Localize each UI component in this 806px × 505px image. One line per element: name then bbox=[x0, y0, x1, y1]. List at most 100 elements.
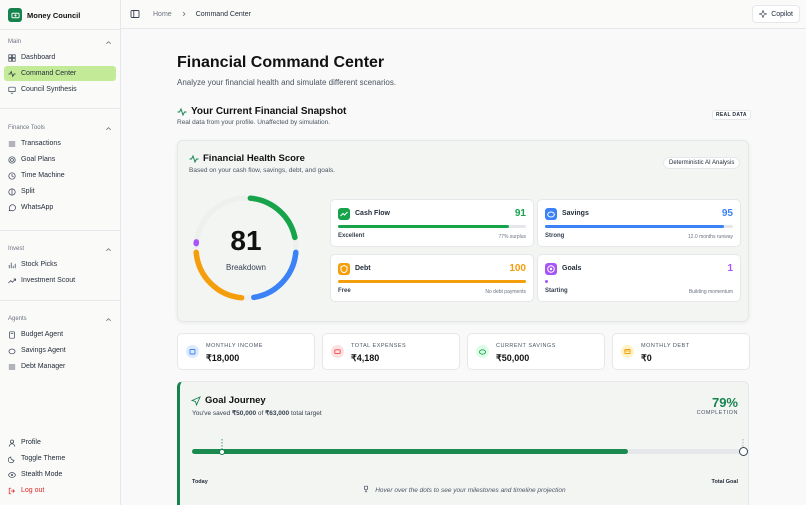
goal-journey-card: Goal Journey You've saved ₹50,000 of ₹63… bbox=[177, 381, 749, 505]
sidebar-item-label: Toggle Theme bbox=[21, 455, 66, 462]
stat-value: ₹4,180 bbox=[351, 353, 380, 363]
divider bbox=[0, 108, 120, 109]
health-score-value: 81 bbox=[230, 225, 262, 256]
sidebar-item-label: Command Center bbox=[21, 70, 77, 77]
sidebar-item-time-machine[interactable]: Time Machine bbox=[4, 168, 116, 183]
calendar-icon bbox=[186, 345, 199, 358]
health-score-heading: Financial Health Score bbox=[189, 153, 305, 164]
of-text: of bbox=[257, 410, 264, 417]
health-score-subtitle: Based on your cash flow, savings, debt, … bbox=[189, 167, 335, 174]
metric-track bbox=[338, 225, 526, 228]
shield-icon bbox=[338, 263, 350, 275]
activity-icon bbox=[8, 70, 16, 77]
sidebar-item-label: Budget Agent bbox=[21, 331, 64, 338]
section-header-invest[interactable]: Invest bbox=[0, 242, 120, 256]
section-title: Main bbox=[8, 39, 22, 45]
stealth-mode-button[interactable]: Stealth Mode bbox=[4, 467, 116, 482]
stat-label: TOTAL EXPENSES bbox=[351, 343, 407, 349]
metric-name: Cash Flow bbox=[355, 210, 391, 217]
divider bbox=[0, 29, 120, 30]
nav-section-main: Main Dashboard Command Center Council Sy… bbox=[0, 35, 120, 98]
chat-icon bbox=[8, 203, 16, 211]
sidebar-item-command-center[interactable]: Command Center bbox=[4, 66, 116, 81]
brand[interactable]: Money Council bbox=[0, 1, 120, 29]
sidebar-toggle-icon[interactable] bbox=[130, 9, 140, 19]
target-icon bbox=[545, 263, 557, 275]
copilot-button[interactable]: Copilot bbox=[752, 5, 800, 23]
metric-card-debt[interactable]: Debt 100 Free No debt payments bbox=[330, 254, 534, 302]
snapshot-subtitle: Real data from your profile. Unaffected … bbox=[177, 119, 331, 126]
sidebar-item-split[interactable]: Split bbox=[4, 184, 116, 199]
stat-card-monthly-income: MONTHLY INCOME ₹18,000 bbox=[177, 333, 315, 370]
metric-track bbox=[338, 280, 526, 283]
toggle-theme-button[interactable]: Toggle Theme bbox=[4, 451, 116, 466]
metric-card-goals[interactable]: Goals 1 Starting Building momentum bbox=[537, 254, 741, 302]
target-amount: ₹63,000 bbox=[265, 410, 290, 417]
sidebar-item-whatsapp[interactable]: WhatsApp bbox=[4, 200, 116, 215]
divider bbox=[0, 230, 120, 231]
clock-icon bbox=[8, 171, 16, 180]
health-score-card: Financial Health Score Based on your cas… bbox=[177, 140, 749, 322]
sidebar-item-label: Split bbox=[21, 188, 35, 195]
analysis-badge: Deterministic AI Analysis bbox=[663, 157, 741, 169]
piggy-icon bbox=[476, 345, 489, 358]
chevron-up-icon bbox=[106, 40, 111, 44]
sidebar-item-label: Council Synthesis bbox=[21, 86, 77, 93]
section-header-finance-tools[interactable]: Finance Tools bbox=[0, 121, 120, 135]
sidebar-item-profile[interactable]: Profile bbox=[4, 435, 116, 450]
target-icon bbox=[8, 155, 16, 164]
sidebar-item-transactions[interactable]: Transactions bbox=[4, 136, 116, 151]
metric-fill bbox=[338, 225, 510, 228]
page-title: Financial Command Center bbox=[177, 54, 385, 71]
goal-completion-label: COMPLETION bbox=[696, 410, 738, 416]
stat-card-current-savings: CURRENT SAVINGS ₹50,000 bbox=[467, 333, 605, 370]
metric-status: Starting bbox=[545, 288, 568, 294]
piggy-icon bbox=[8, 348, 16, 354]
sidebar-item-goal-plans[interactable]: Goal Plans bbox=[4, 152, 116, 167]
donut-segment-savings bbox=[251, 249, 299, 301]
stat-value: ₹50,000 bbox=[496, 353, 530, 363]
stat-value: ₹18,000 bbox=[206, 353, 240, 363]
goal-journey-summary: You've saved ₹50,000 of ₹63,000 total ta… bbox=[192, 409, 322, 417]
sidebar-item-investment-scout[interactable]: Investment Scout bbox=[4, 273, 116, 288]
sidebar-item-label: Stock Picks bbox=[21, 261, 58, 268]
nav-section-agents: Agents Budget Agent Savings Agent Debt M… bbox=[0, 312, 120, 375]
monitor-icon bbox=[8, 86, 16, 94]
snapshot-heading: Your Current Financial Snapshot bbox=[177, 106, 346, 117]
copilot-label: Copilot bbox=[771, 10, 793, 18]
metric-fill bbox=[545, 280, 548, 283]
metric-value: 1 bbox=[727, 263, 733, 274]
sidebar-item-label: Time Machine bbox=[21, 172, 65, 179]
sidebar-item-label: Stealth Mode bbox=[21, 471, 63, 478]
chevron-up-icon bbox=[106, 247, 111, 251]
metric-fill bbox=[338, 280, 526, 283]
sidebar-item-stock-picks[interactable]: Stock Picks bbox=[4, 257, 116, 272]
user-icon bbox=[8, 439, 16, 447]
calculator-icon bbox=[9, 330, 15, 339]
chart-icon bbox=[8, 262, 16, 268]
metric-card-cash-flow[interactable]: Cash Flow 91 Excellent 77% surplus bbox=[330, 199, 534, 247]
credit-card-icon bbox=[621, 345, 634, 358]
sidebar: Money Council Main Dashboard Command Cen… bbox=[0, 0, 121, 505]
breadcrumb-home[interactable]: Home bbox=[153, 11, 172, 18]
milestone-dot-today[interactable] bbox=[219, 449, 225, 455]
milestone-dot-goal[interactable] bbox=[739, 447, 748, 456]
sidebar-item-dashboard[interactable]: Dashboard bbox=[4, 50, 116, 65]
logout-button[interactable]: Log out bbox=[4, 483, 116, 498]
real-data-badge: REAL DATA bbox=[712, 110, 751, 120]
section-header-agents[interactable]: Agents bbox=[0, 312, 120, 326]
section-title: Agents bbox=[8, 316, 27, 322]
sidebar-item-budget-agent[interactable]: Budget Agent bbox=[4, 327, 116, 342]
main-content: Financial Command Center Analyze your fi… bbox=[121, 30, 806, 505]
section-title: Invest bbox=[8, 246, 25, 252]
health-score-label: Breakdown bbox=[225, 263, 267, 272]
sidebar-item-savings-agent[interactable]: Savings Agent bbox=[4, 343, 116, 358]
metric-card-savings[interactable]: Savings 95 Strong 12.0 months runway bbox=[537, 199, 741, 247]
sidebar-item-debt-manager[interactable]: Debt Manager bbox=[4, 359, 116, 374]
trophy-icon bbox=[364, 485, 369, 493]
sidebar-item-council-synthesis[interactable]: Council Synthesis bbox=[4, 82, 116, 97]
goal-completion-percent: 79% bbox=[711, 395, 738, 410]
goal-progress-fill bbox=[192, 449, 629, 454]
section-header-main[interactable]: Main bbox=[0, 35, 120, 49]
metric-name: Goals bbox=[562, 265, 582, 272]
